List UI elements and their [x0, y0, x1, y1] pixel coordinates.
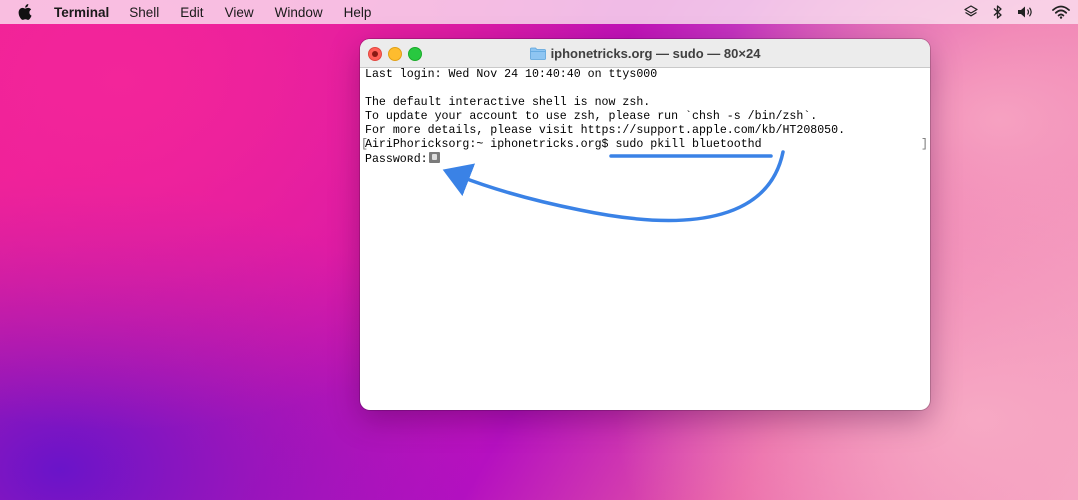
menu-edit[interactable]: Edit [180, 5, 203, 20]
bluetooth-icon[interactable] [990, 0, 1006, 24]
volume-icon[interactable] [1016, 0, 1038, 24]
terminal-window: iphonetricks.org — sudo — 80×24 Last log… [360, 39, 930, 410]
terminal-content[interactable]: Last login: Wed Nov 24 10:40:40 on ttys0… [360, 68, 930, 410]
title-bar[interactable]: iphonetricks.org — sudo — 80×24 [360, 39, 930, 68]
terminal-line: For more details, please visit https://s… [365, 124, 846, 137]
command-text: sudo pkill bluetoothd [615, 138, 762, 151]
layers-icon[interactable] [960, 0, 982, 24]
folder-icon [529, 47, 546, 60]
password-line: Passwoʀd: [365, 152, 930, 166]
bracket-mark: [ [361, 138, 368, 151]
window-title: iphonetricks.org — sudo — 80×24 [550, 45, 761, 61]
status-area [960, 0, 1078, 24]
menu-help[interactable]: Help [344, 5, 372, 20]
menu-bar: Terminal Shell Edit View Window Help [0, 0, 1078, 24]
terminal-line: To update your account to use zsh, pleas… [365, 110, 818, 123]
terminal-line: The default interactive shell is now zsh… [365, 96, 651, 109]
menu-window[interactable]: Window [275, 5, 323, 20]
window-title-area: iphonetricks.org — sudo — 80×24 [360, 39, 930, 67]
password-prompt: Passwoʀd: [365, 153, 428, 166]
menu-app-terminal[interactable]: Terminal [54, 5, 109, 20]
terminal-line: Last login: Wed Nov 24 10:40:40 on ttys0… [365, 68, 658, 81]
menu-view[interactable]: View [225, 5, 254, 20]
menu-shell[interactable]: Shell [129, 5, 159, 20]
wifi-icon[interactable] [1050, 0, 1072, 24]
prompt-line: [AiriPhoricksorg:~ iphonetricks.org$ sud… [361, 138, 930, 152]
cursor-key-icon [428, 152, 440, 163]
apple-icon[interactable] [18, 4, 34, 20]
bracket-mark: ] [921, 138, 928, 151]
shell-prompt: AiriPhoricksorg:~ iphonetricks.org$ [365, 138, 616, 151]
